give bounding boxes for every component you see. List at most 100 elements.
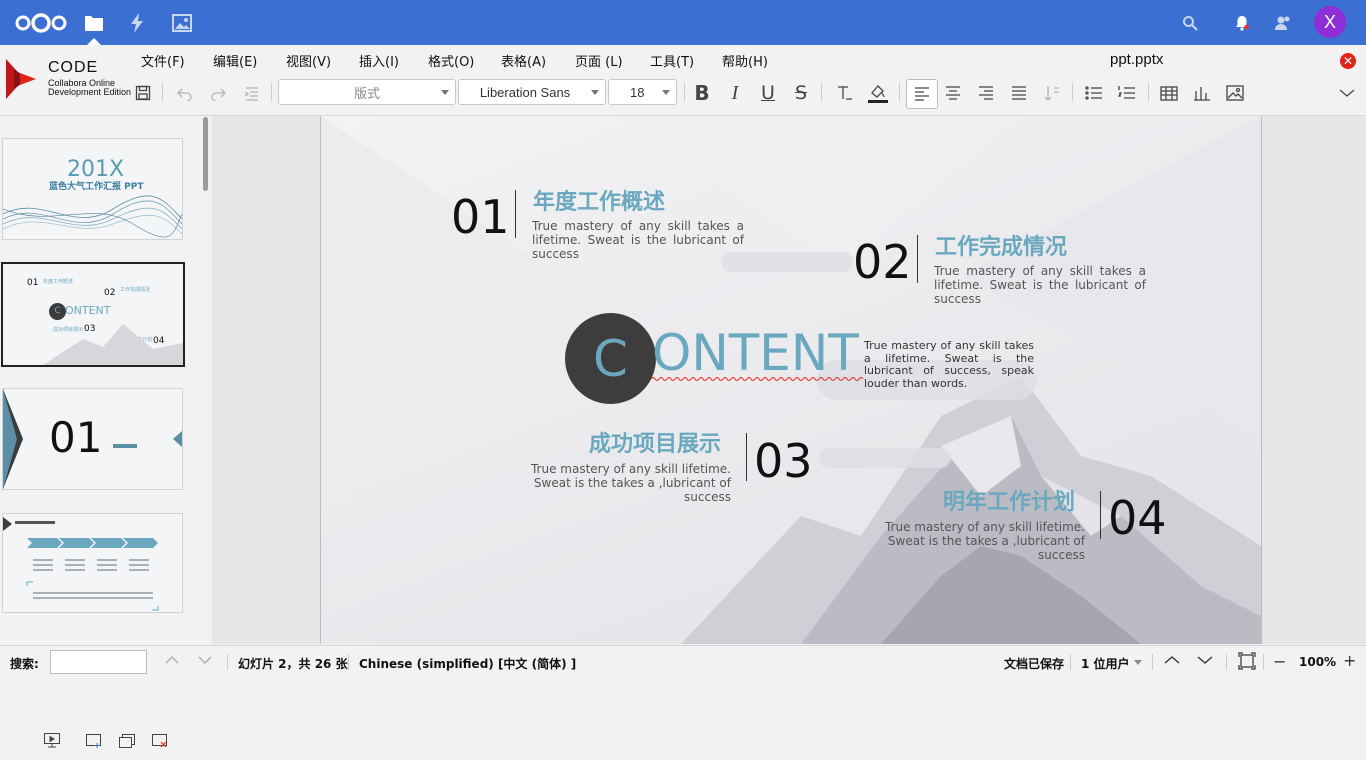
text-direction-icon[interactable] [1040, 81, 1064, 105]
slide-canvas: 01 年度工作概述 True mastery of any skill take… [212, 116, 1366, 644]
app-chrome: CODE Collabora Online Development Editio… [0, 45, 1366, 116]
font-name-value: Liberation Sans [479, 84, 571, 100]
menu-view[interactable]: 视图(V) [286, 51, 331, 70]
presentation-icon[interactable] [43, 732, 61, 752]
justify-icon[interactable] [1007, 81, 1031, 105]
menu-tools[interactable]: 工具(T) [650, 51, 694, 70]
align-right-icon[interactable] [974, 81, 998, 105]
status-separator [348, 654, 349, 670]
document-title[interactable]: ppt.pptx [1110, 51, 1163, 68]
collabora-logo-icon [6, 59, 36, 103]
content-text: True mastery of any skill takes a lifeti… [864, 339, 1034, 390]
expand-toolbar-chevron-down-icon[interactable] [1335, 81, 1359, 105]
spellcheck-underline [651, 377, 864, 381]
menu-table[interactable]: 表格(A) [501, 51, 546, 70]
close-document-button[interactable]: ✕ [1340, 53, 1356, 69]
user-count[interactable]: 1 位用户 [1081, 655, 1130, 672]
search-icon[interactable] [1180, 0, 1200, 45]
bulleted-list-icon[interactable] [1082, 81, 1106, 105]
status-separator [227, 654, 228, 670]
delete-slide-icon[interactable] [151, 733, 169, 753]
status-separator [1263, 654, 1264, 670]
toolbar-separator [1148, 83, 1149, 101]
search-prev-chevron-up-icon[interactable] [164, 652, 180, 671]
slide-counter: 幻灯片 2，共 26 张 [238, 657, 348, 671]
slide-thumbnail-1[interactable]: 201X 蓝色大气工作汇报 PPT [2, 138, 183, 240]
insert-image-icon[interactable] [1223, 81, 1247, 105]
slide-thumbnail-2[interactable]: 01 年度工作概述 02 工作完成情况 C ONTENT 成功项目展示 03 明… [1, 262, 185, 367]
style-select-value: 版式 [353, 85, 380, 101]
align-left-icon[interactable] [906, 79, 938, 109]
italic-icon[interactable]: I [723, 81, 747, 105]
duplicate-slide-icon[interactable] [118, 733, 136, 753]
strikethrough-icon[interactable]: S [789, 81, 813, 105]
top-nav-bar: X [0, 0, 1366, 45]
active-app-indicator [87, 38, 101, 45]
current-slide[interactable]: 01 年度工作概述 True mastery of any skill take… [320, 116, 1262, 644]
item-title-04: 明年工作计划 [943, 490, 1076, 515]
align-center-icon[interactable] [941, 81, 965, 105]
redo-icon[interactable] [206, 81, 230, 105]
bold-icon[interactable]: B [690, 81, 714, 105]
insert-table-icon[interactable] [1157, 81, 1181, 105]
thumb3-number: 01 [49, 413, 103, 462]
menu-help[interactable]: 帮助(H) [722, 51, 768, 70]
status-bar: 搜索: 幻灯片 2，共 26 张 Chinese (simplified) [中… [0, 645, 1366, 679]
users-dropdown-caret-icon[interactable] [1134, 660, 1142, 665]
language-status[interactable]: Chinese (simplified) [中文 (简体) ] [359, 655, 576, 672]
close-icon: ✕ [1342, 54, 1354, 68]
gallery-icon[interactable] [171, 0, 193, 45]
decor-pill [819, 448, 951, 468]
user-avatar[interactable]: X [1314, 6, 1346, 38]
item-text-02: True mastery of any skill takes a lifeti… [934, 264, 1146, 306]
insert-chart-icon[interactable] [1190, 81, 1214, 105]
contacts-icon[interactable] [1272, 0, 1294, 45]
slide-actions-bar [0, 728, 212, 760]
status-separator [1070, 654, 1071, 670]
fit-to-window-icon[interactable] [1238, 652, 1256, 673]
search-next-chevron-down-icon[interactable] [197, 652, 213, 671]
numbered-list-icon[interactable] [1115, 81, 1139, 105]
menu-file[interactable]: 文件(F) [141, 51, 185, 70]
search-input[interactable] [50, 650, 147, 674]
slide-thumbnail-4[interactable] [2, 513, 183, 613]
content-word: ONTENT [652, 324, 859, 382]
item-number-01: 01 [451, 190, 510, 244]
menu-page[interactable]: 页面 (L) [575, 51, 623, 70]
branding-line2: Development Edition [48, 87, 132, 97]
next-slide-chevron-down-icon[interactable] [1196, 652, 1214, 671]
zoom-level[interactable]: 100% [1299, 655, 1336, 669]
menu-format[interactable]: 格式(O) [428, 51, 474, 70]
slide-panel-scrollbar[interactable] [203, 117, 208, 191]
thumb2-num-01: 01 [27, 278, 39, 288]
clear-formatting-icon[interactable] [832, 81, 856, 105]
divider-line [515, 190, 516, 238]
menu-edit[interactable]: 编辑(E) [213, 51, 257, 70]
item-title-01: 年度工作概述 [533, 190, 666, 215]
activity-icon[interactable] [127, 0, 147, 45]
new-slide-icon[interactable] [85, 733, 103, 753]
slide-thumbnail-3[interactable]: 01 [2, 388, 183, 490]
thumb2-title-02: 工作完成情况 [120, 287, 151, 293]
nextcloud-logo-icon[interactable] [14, 0, 68, 45]
underline-icon[interactable]: U [756, 81, 780, 105]
undo-icon[interactable] [173, 81, 197, 105]
save-icon[interactable] [131, 81, 155, 105]
font-size-select[interactable]: 18 [608, 79, 677, 105]
notifications-icon[interactable] [1232, 0, 1252, 45]
style-select[interactable]: 版式 [278, 79, 456, 105]
font-name-select[interactable]: Liberation Sans [458, 79, 606, 105]
previous-slide-chevron-up-icon[interactable] [1163, 652, 1181, 671]
toolbar-separator [821, 83, 822, 101]
item-number-04: 04 [1108, 491, 1167, 545]
highlight-color-icon[interactable] [866, 81, 890, 105]
thumb2-title-01: 年度工作概述 [43, 279, 74, 285]
item-text-04: True mastery of any skill lifetime. Swea… [884, 520, 1085, 562]
divider-line [1100, 491, 1101, 539]
clone-formatting-icon[interactable] [240, 81, 264, 105]
zoom-out-icon[interactable]: − [1273, 652, 1286, 671]
content-circle: C [565, 313, 656, 404]
font-size-value: 18 [630, 84, 645, 100]
menu-insert[interactable]: 插入(I) [359, 51, 399, 70]
zoom-in-icon[interactable]: + [1343, 651, 1356, 670]
